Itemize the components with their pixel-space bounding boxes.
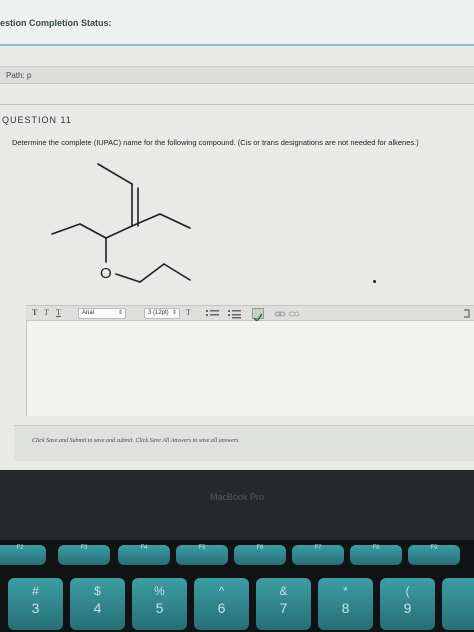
key-f8-label: F8 <box>372 545 380 551</box>
bond-right-2 <box>159 213 191 229</box>
key-9: (9 <box>380 578 435 630</box>
key-3-bot: 3 <box>31 600 40 616</box>
submit-instructions-bar: Click Save and Submit to save and submit… <box>14 425 474 461</box>
bond-right-1 <box>131 213 161 227</box>
font-size-select[interactable]: 3 (12pt) ⇕ <box>144 308 180 319</box>
key-f2: F2 <box>0 545 46 565</box>
key-4-top: $ <box>94 584 101 598</box>
key-0 <box>442 578 474 630</box>
key-8-bot: 8 <box>341 600 350 616</box>
key-f7-label: F7 <box>314 545 322 551</box>
key-f3: F3 <box>58 545 110 565</box>
font-family-select[interactable]: Arial ⇕ <box>78 308 126 319</box>
key-7: & 7 <box>256 578 311 630</box>
section-divider <box>0 104 474 105</box>
key-7-top: & <box>279 584 288 598</box>
key-f8: F8 <box>350 545 402 565</box>
editor-toolbar: T T T Arial ⇕ 3 (12pt) ⇕ T <box>26 305 474 323</box>
path-bar: Path: p <box>0 66 474 84</box>
key-f4: F4 <box>118 545 170 565</box>
question-title: QUESTION 11 <box>2 115 72 125</box>
key-f3-label: F3 <box>80 545 88 551</box>
submit-instructions: Click Save and Submit to save and submit… <box>32 438 240 444</box>
bond-ch2-ch2 <box>139 263 165 283</box>
key-f6-label: F6 <box>256 545 264 551</box>
bond-left-2 <box>51 223 81 235</box>
laptop-bezel: MacBook Pro <box>0 470 474 540</box>
bold-button[interactable]: T <box>32 308 37 317</box>
key-f5-label: F5 <box>198 545 206 551</box>
font-size-arrow-icon: ⇕ <box>171 310 177 316</box>
font-family-value: Arial <box>82 310 95 316</box>
bullet-list-icon[interactable] <box>206 309 220 319</box>
key-f4-label: F4 <box>140 545 148 551</box>
key-6-top: ^ <box>218 584 225 598</box>
key-6: ^ 6 <box>194 578 249 630</box>
key-6-bot: 6 <box>217 600 226 616</box>
oxygen-atom: O <box>100 265 112 282</box>
laptop-brand: MacBook Pro <box>209 492 265 502</box>
browser-screen: estion Completion Status: Path: p QUESTI… <box>0 0 474 470</box>
key-5-top: % <box>154 584 165 598</box>
key-8: * 8 <box>318 578 373 630</box>
bond-c3 <box>105 225 133 239</box>
spellcheck-icon[interactable] <box>252 308 264 323</box>
bond-methyl <box>97 163 133 185</box>
link-icon[interactable] <box>274 309 286 319</box>
key-5: % 5 <box>132 578 187 630</box>
font-family-arrow-icon: ⇕ <box>117 310 123 316</box>
molecule-structure: O <box>51 163 191 283</box>
key-f2-label: F2 <box>16 545 24 551</box>
answer-text-area[interactable] <box>26 321 474 416</box>
path-label: Path: p <box>6 71 32 80</box>
unlink-icon[interactable] <box>288 309 300 319</box>
bond-o-ch2 <box>115 273 141 283</box>
bond-ch2-ch3 <box>163 263 191 281</box>
key-9-bot: 9 <box>403 600 412 616</box>
numbered-list-icon[interactable] <box>228 309 242 319</box>
question-text: Determine the complete (IUPAC) name for … <box>12 138 419 147</box>
key-3-top: # <box>32 584 39 598</box>
key-f7: F7 <box>292 545 344 565</box>
font-size-value: 3 (12pt) <box>148 310 169 316</box>
text-color-button[interactable]: T <box>186 308 191 317</box>
key-f6: F6 <box>234 545 286 565</box>
completion-status-bar: estion Completion Status: <box>0 0 474 46</box>
key-f9: F9 <box>408 545 460 565</box>
key-f9-label: F9 <box>430 545 438 551</box>
key-3: #3 <box>8 578 63 630</box>
key-f5: F5 <box>176 545 228 565</box>
key-5-bot: 5 <box>155 600 164 616</box>
expand-icon[interactable] <box>462 308 472 320</box>
italic-button[interactable]: T <box>44 308 48 317</box>
status-title: estion Completion Status: <box>0 18 112 28</box>
keyboard: F2 F3 F4 F5 F6 F7 F8 F9 #3 $4 % 5 ^ 6 & 7 *… <box>0 540 474 632</box>
bond-left-1 <box>79 223 107 239</box>
key-9-top: ( <box>405 584 410 598</box>
key-7-bot: 7 <box>279 600 288 616</box>
key-4-bot: 4 <box>93 600 102 616</box>
key-4: $4 <box>70 578 125 630</box>
underline-button[interactable]: T <box>56 308 61 317</box>
stray-dot <box>373 280 376 283</box>
key-8-top: * <box>343 584 348 598</box>
